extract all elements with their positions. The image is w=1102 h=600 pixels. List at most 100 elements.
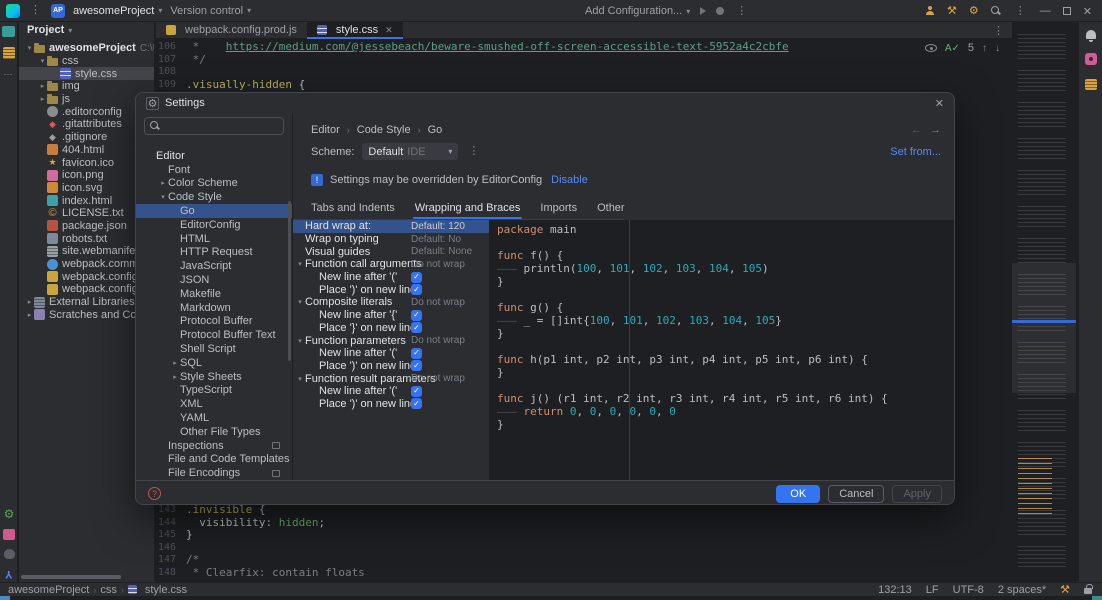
settings-dialog-titlebar[interactable]: ⚙ Settings ✕ xyxy=(136,93,954,113)
option-row[interactable]: New line after '(' ✓ xyxy=(293,347,489,360)
commit-tool-icon[interactable] xyxy=(2,47,15,59)
reader-mode-eye-icon[interactable] xyxy=(924,44,937,52)
search-everywhere-icon[interactable] xyxy=(990,6,1001,16)
tab-wrapping-and-braces[interactable]: Wrapping and Braces xyxy=(412,202,522,219)
settings-tree-item-color-scheme[interactable]: ▸ Color Scheme xyxy=(136,177,292,191)
project-tree-item[interactable]: icon.svg xyxy=(19,182,154,195)
editor-code-line[interactable]: 148 * Clearfix: contain floats xyxy=(156,566,365,580)
option-row[interactable]: Place ')' on new line ✓ xyxy=(293,283,489,296)
ok-button[interactable]: OK xyxy=(776,484,821,503)
settings-close-icon[interactable]: ✕ xyxy=(935,97,944,110)
checkbox-checked[interactable]: ✓ xyxy=(411,271,422,283)
tab-options-icon[interactable]: ⋮ xyxy=(993,24,1004,37)
pink-tool-icon[interactable] xyxy=(1084,53,1097,65)
services-icon[interactable]: ⚙ xyxy=(969,5,979,17)
database-tool-icon[interactable] xyxy=(1084,79,1097,90)
run-icon[interactable] xyxy=(700,7,707,15)
editor-tab[interactable]: style.css ✕ xyxy=(306,22,403,39)
option-row[interactable]: ▾ Function parameters Do not wrap xyxy=(293,334,489,347)
next-problem-icon[interactable]: ↓ xyxy=(995,43,1000,54)
option-row[interactable]: Place '}' on new line ✓ xyxy=(293,322,489,335)
minimap[interactable] xyxy=(1012,30,1076,580)
scheme-actions-icon[interactable]: ⋮ xyxy=(466,146,481,157)
build-tools-icon[interactable]: ⚒ xyxy=(947,5,957,17)
option-row[interactable]: New line after '(' ✓ xyxy=(293,385,489,398)
project-tool-icon[interactable] xyxy=(2,26,15,37)
checkbox-checked[interactable]: ✓ xyxy=(411,385,422,397)
option-row[interactable]: Place ')' on new line ✓ xyxy=(293,360,489,373)
tab-other[interactable]: Other xyxy=(597,202,625,216)
checkbox-checked[interactable]: ✓ xyxy=(411,309,422,321)
project-tree-item[interactable]: .gitattributes xyxy=(19,118,154,131)
option-row[interactable]: ▾ Composite literals Do not wrap xyxy=(293,296,489,309)
settings-tree-item-go[interactable]: Go xyxy=(136,204,292,218)
project-tree-item[interactable]: .editorconfig xyxy=(19,105,154,118)
editor-code-line[interactable]: 107 */ xyxy=(156,53,789,67)
line-separator[interactable]: LF xyxy=(926,584,939,596)
settings-sync-icon[interactable]: ⚙ xyxy=(4,508,15,520)
project-tree-item[interactable]: package.json xyxy=(19,220,154,233)
option-row[interactable]: New line after '(' ✓ xyxy=(293,271,489,284)
settings-tree-item-protocol-buffer[interactable]: Protocol Buffer xyxy=(136,315,292,329)
forward-arrow-icon[interactable]: → xyxy=(930,124,941,136)
inspection-widget[interactable]: A✓ 5 ↑ ↓ xyxy=(924,42,1000,54)
checkbox-checked[interactable]: ✓ xyxy=(411,347,422,359)
checkbox-checked[interactable]: ✓ xyxy=(411,398,422,410)
status-breadcrumb-item[interactable]: css xyxy=(100,584,117,596)
settings-tree-item-editor[interactable]: Editor xyxy=(136,149,292,163)
more-tool-windows-icon[interactable]: ⋯ xyxy=(4,69,14,80)
disable-link[interactable]: Disable xyxy=(551,174,588,186)
settings-search[interactable] xyxy=(144,117,284,135)
settings-tree-item-shell-script[interactable]: Shell Script xyxy=(136,342,292,356)
status-breadcrumb-item[interactable]: style.css xyxy=(145,584,187,596)
run-configuration-selector[interactable]: Add Configuration... ▾ xyxy=(585,5,690,17)
project-tree-item[interactable]: ▾ awesomeProjectC:\Users\User xyxy=(19,42,154,55)
settings-tree-item-sql[interactable]: ▸ SQL xyxy=(136,356,292,370)
cancel-button[interactable]: Cancel xyxy=(828,484,885,503)
option-row[interactable]: New line after '{' ✓ xyxy=(293,309,489,322)
settings-tree-item-xml[interactable]: XML xyxy=(136,397,292,411)
settings-breadcrumb-item[interactable]: Go xyxy=(428,124,443,136)
project-tree-item[interactable]: index.html xyxy=(19,194,154,207)
settings-tree-item-file-encodings[interactable]: File Encodings xyxy=(136,466,292,480)
settings-tree-item-javascript[interactable]: JavaScript xyxy=(136,259,292,273)
tab-tabs-and-indents[interactable]: Tabs and Indents xyxy=(311,202,395,216)
editor-code-line[interactable]: 145} xyxy=(156,529,365,542)
avatar[interactable]: AP xyxy=(51,3,65,18)
project-tree-item[interactable]: 404.html xyxy=(19,144,154,157)
scheme-dropdown[interactable]: Default IDE ▾ xyxy=(362,143,459,160)
help-icon[interactable]: ? xyxy=(148,487,161,500)
project-tree-item[interactable]: .gitignore xyxy=(19,131,154,144)
checkbox-checked[interactable]: ✓ xyxy=(411,284,422,296)
back-arrow-icon[interactable]: ← xyxy=(911,124,922,136)
project-tree-item[interactable]: ▸ js xyxy=(19,93,154,106)
project-tree-item[interactable]: webpack.config.dev.js xyxy=(19,270,154,283)
option-row[interactable]: Wrap on typing Default: No xyxy=(293,233,489,246)
debug-icon[interactable] xyxy=(716,7,725,15)
settings-tree-item-http-request[interactable]: HTTP Request xyxy=(136,246,292,260)
set-from-link[interactable]: Set from... xyxy=(890,146,941,158)
close-window-icon[interactable]: ✕ xyxy=(1083,5,1092,18)
editor-code-line[interactable]: 108 xyxy=(156,66,789,79)
build-hammer-icon[interactable]: ⚒ xyxy=(1060,583,1070,596)
settings-tree-item-markdown[interactable]: Markdown xyxy=(136,301,292,315)
project-tree-item[interactable]: webpack.config.prod.js xyxy=(19,283,154,296)
terminal-tool-icon[interactable] xyxy=(3,529,15,540)
minimize-icon[interactable]: — xyxy=(1040,5,1051,17)
editor-code-line[interactable]: 143 .invisible { xyxy=(156,503,365,517)
settings-tree-item-makefile[interactable]: Makefile xyxy=(136,287,292,301)
status-breadcrumb[interactable]: awesomeProject › css › style.css xyxy=(0,584,187,596)
settings-tree-item-style-sheets[interactable]: ▸ Style Sheets xyxy=(136,370,292,384)
status-breadcrumb-item[interactable]: awesomeProject xyxy=(8,584,89,596)
checkbox-checked[interactable]: ✓ xyxy=(411,322,422,334)
readonly-lock-icon[interactable] xyxy=(1084,584,1093,594)
option-row[interactable]: Place ')' on new line ✓ xyxy=(293,398,489,411)
project-tree-item[interactable]: favicon.ico xyxy=(19,156,154,169)
main-menu-icon[interactable]: ⋮ xyxy=(28,5,43,16)
project-tree-item[interactable]: style.css xyxy=(19,67,154,81)
code-with-me-icon[interactable] xyxy=(925,6,935,16)
settings-breadcrumb-item[interactable]: Editor xyxy=(311,124,340,136)
settings-tree-item-inspections[interactable]: Inspections xyxy=(136,439,292,453)
project-tree-item[interactable]: LICENSE.txt xyxy=(19,207,154,220)
settings-tree-item-other-file-types[interactable]: Other File Types xyxy=(136,425,292,439)
